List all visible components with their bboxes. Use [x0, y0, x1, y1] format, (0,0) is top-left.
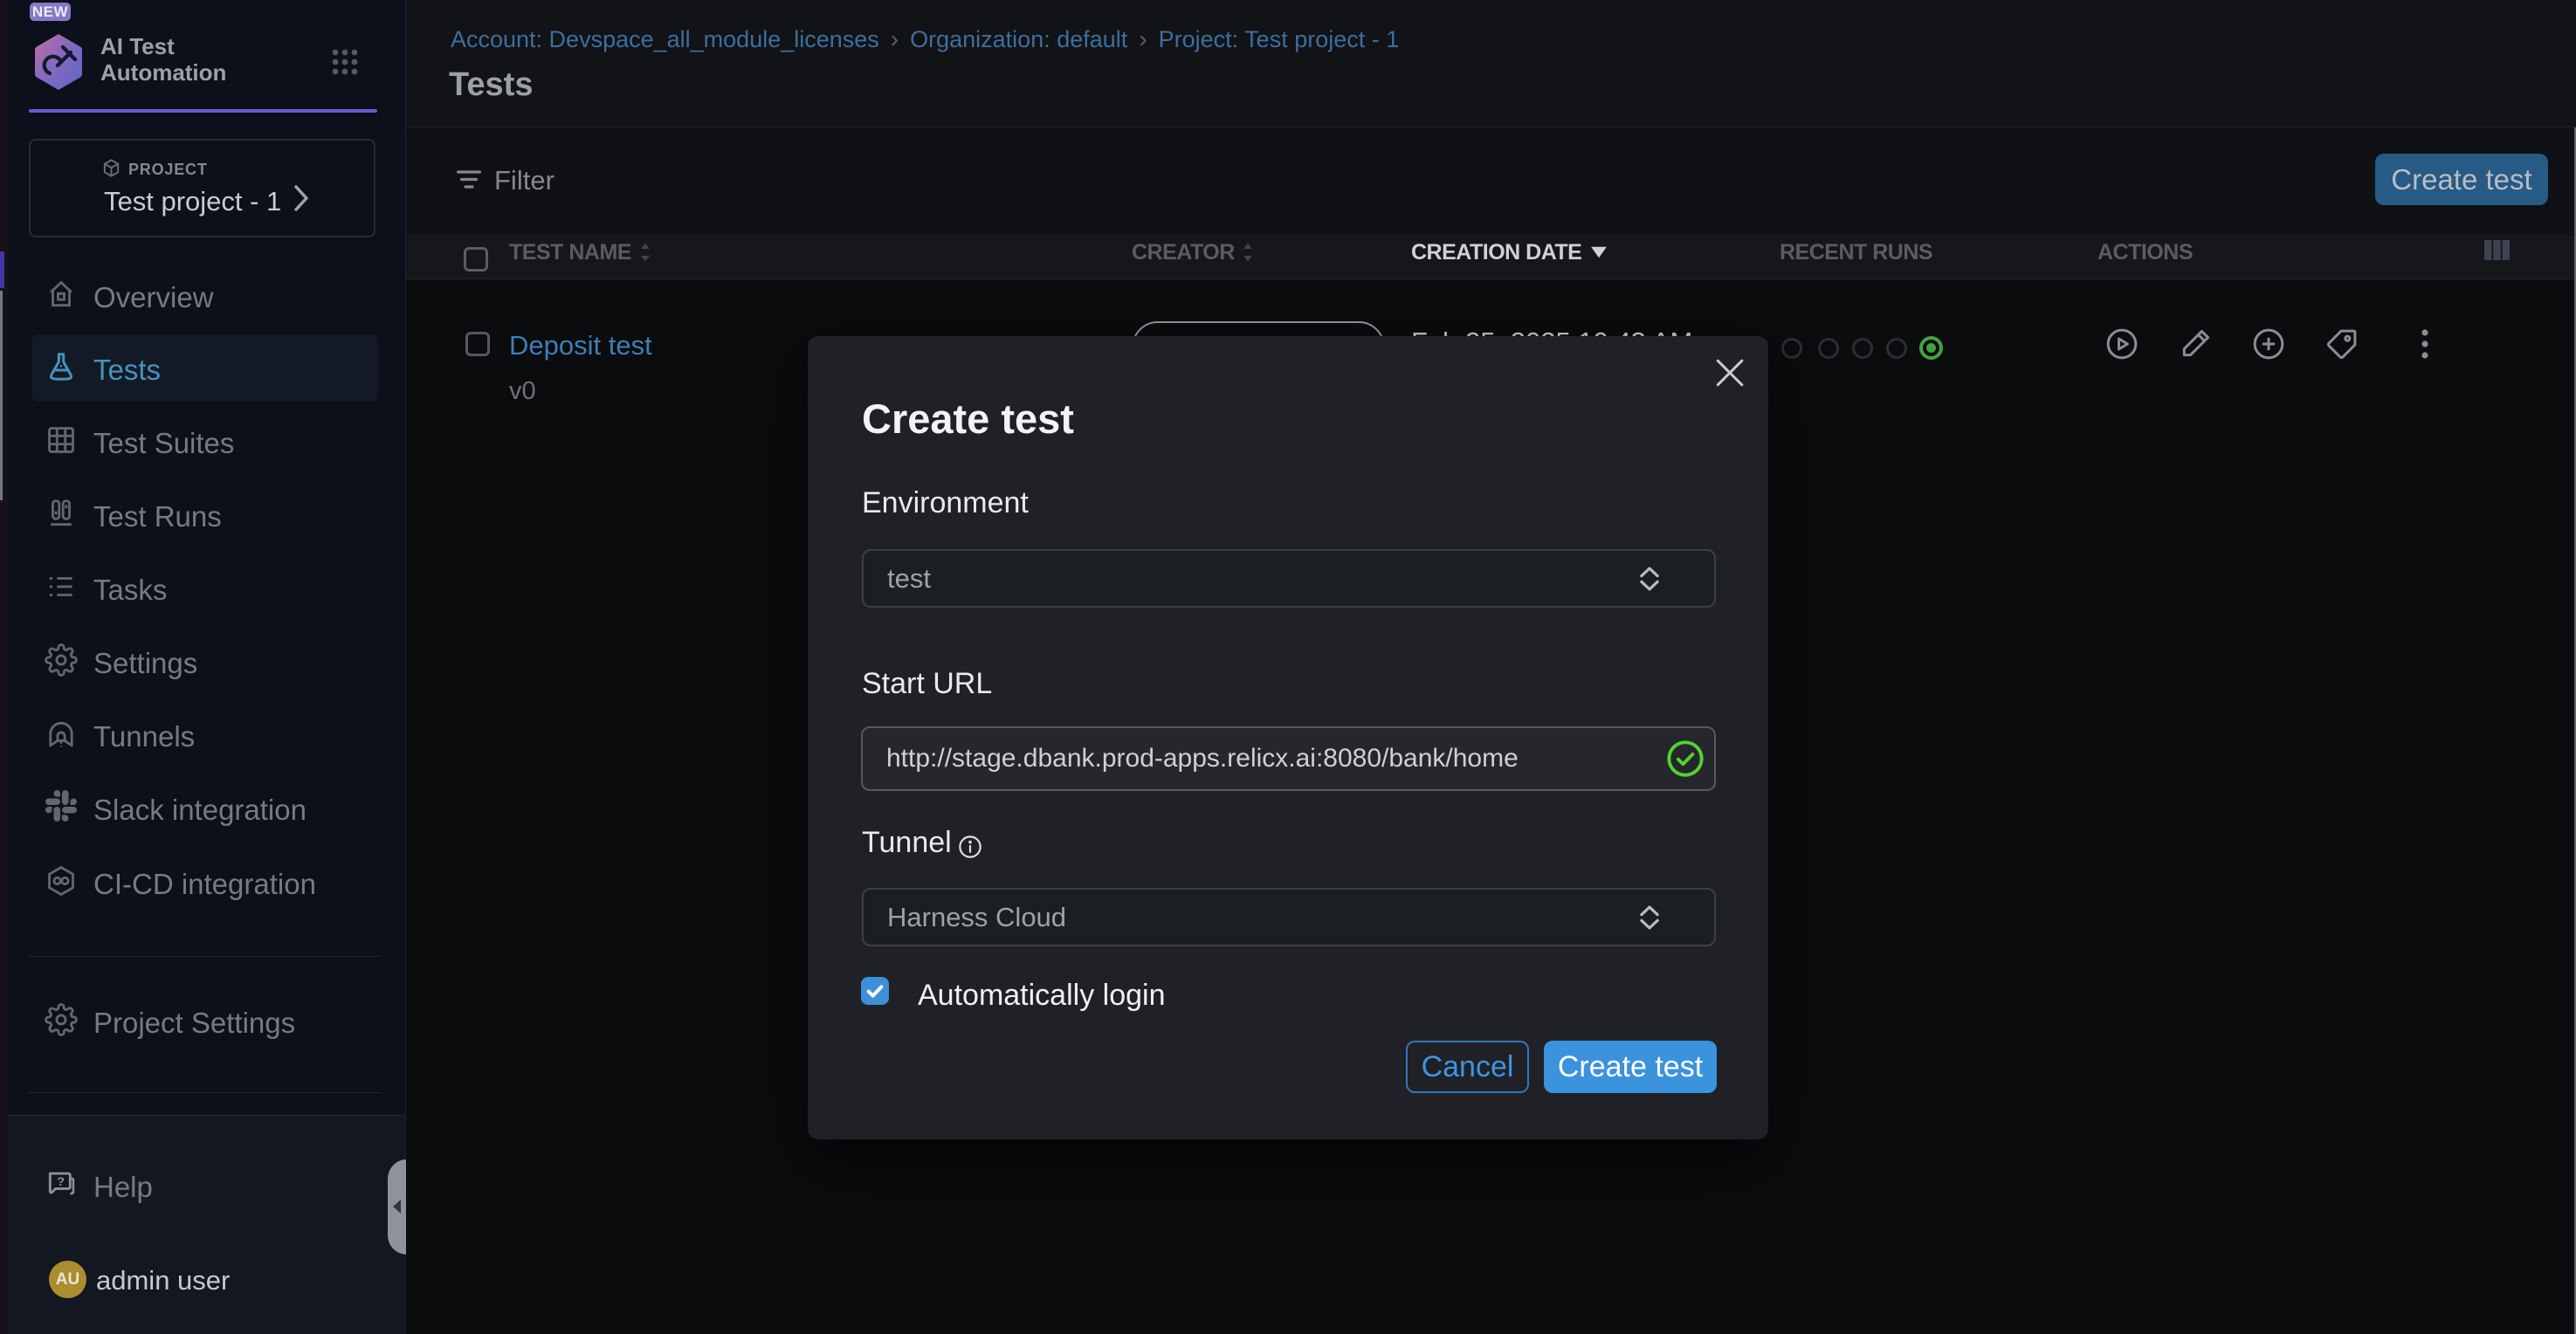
svg-text:?: ? [57, 1175, 65, 1189]
